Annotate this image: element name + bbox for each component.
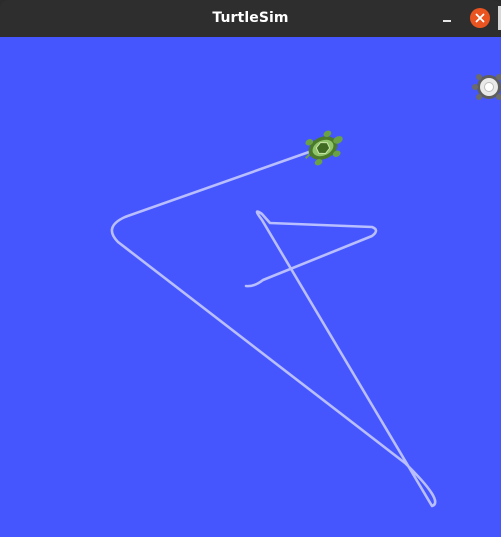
turtle-icon	[472, 74, 501, 100]
turtle-canvas	[0, 37, 501, 537]
window-title: TurtleSim	[212, 10, 289, 26]
turtlesim-window: TurtleSim	[0, 0, 501, 537]
close-icon	[475, 13, 485, 23]
title-bar[interactable]: TurtleSim	[0, 0, 501, 37]
turtle-icon	[304, 130, 343, 166]
pen-trail	[110, 150, 437, 508]
minimize-button[interactable]	[436, 8, 458, 30]
canvas-drawing	[110, 74, 501, 508]
minimize-icon	[443, 20, 451, 22]
close-button[interactable]	[470, 8, 490, 28]
